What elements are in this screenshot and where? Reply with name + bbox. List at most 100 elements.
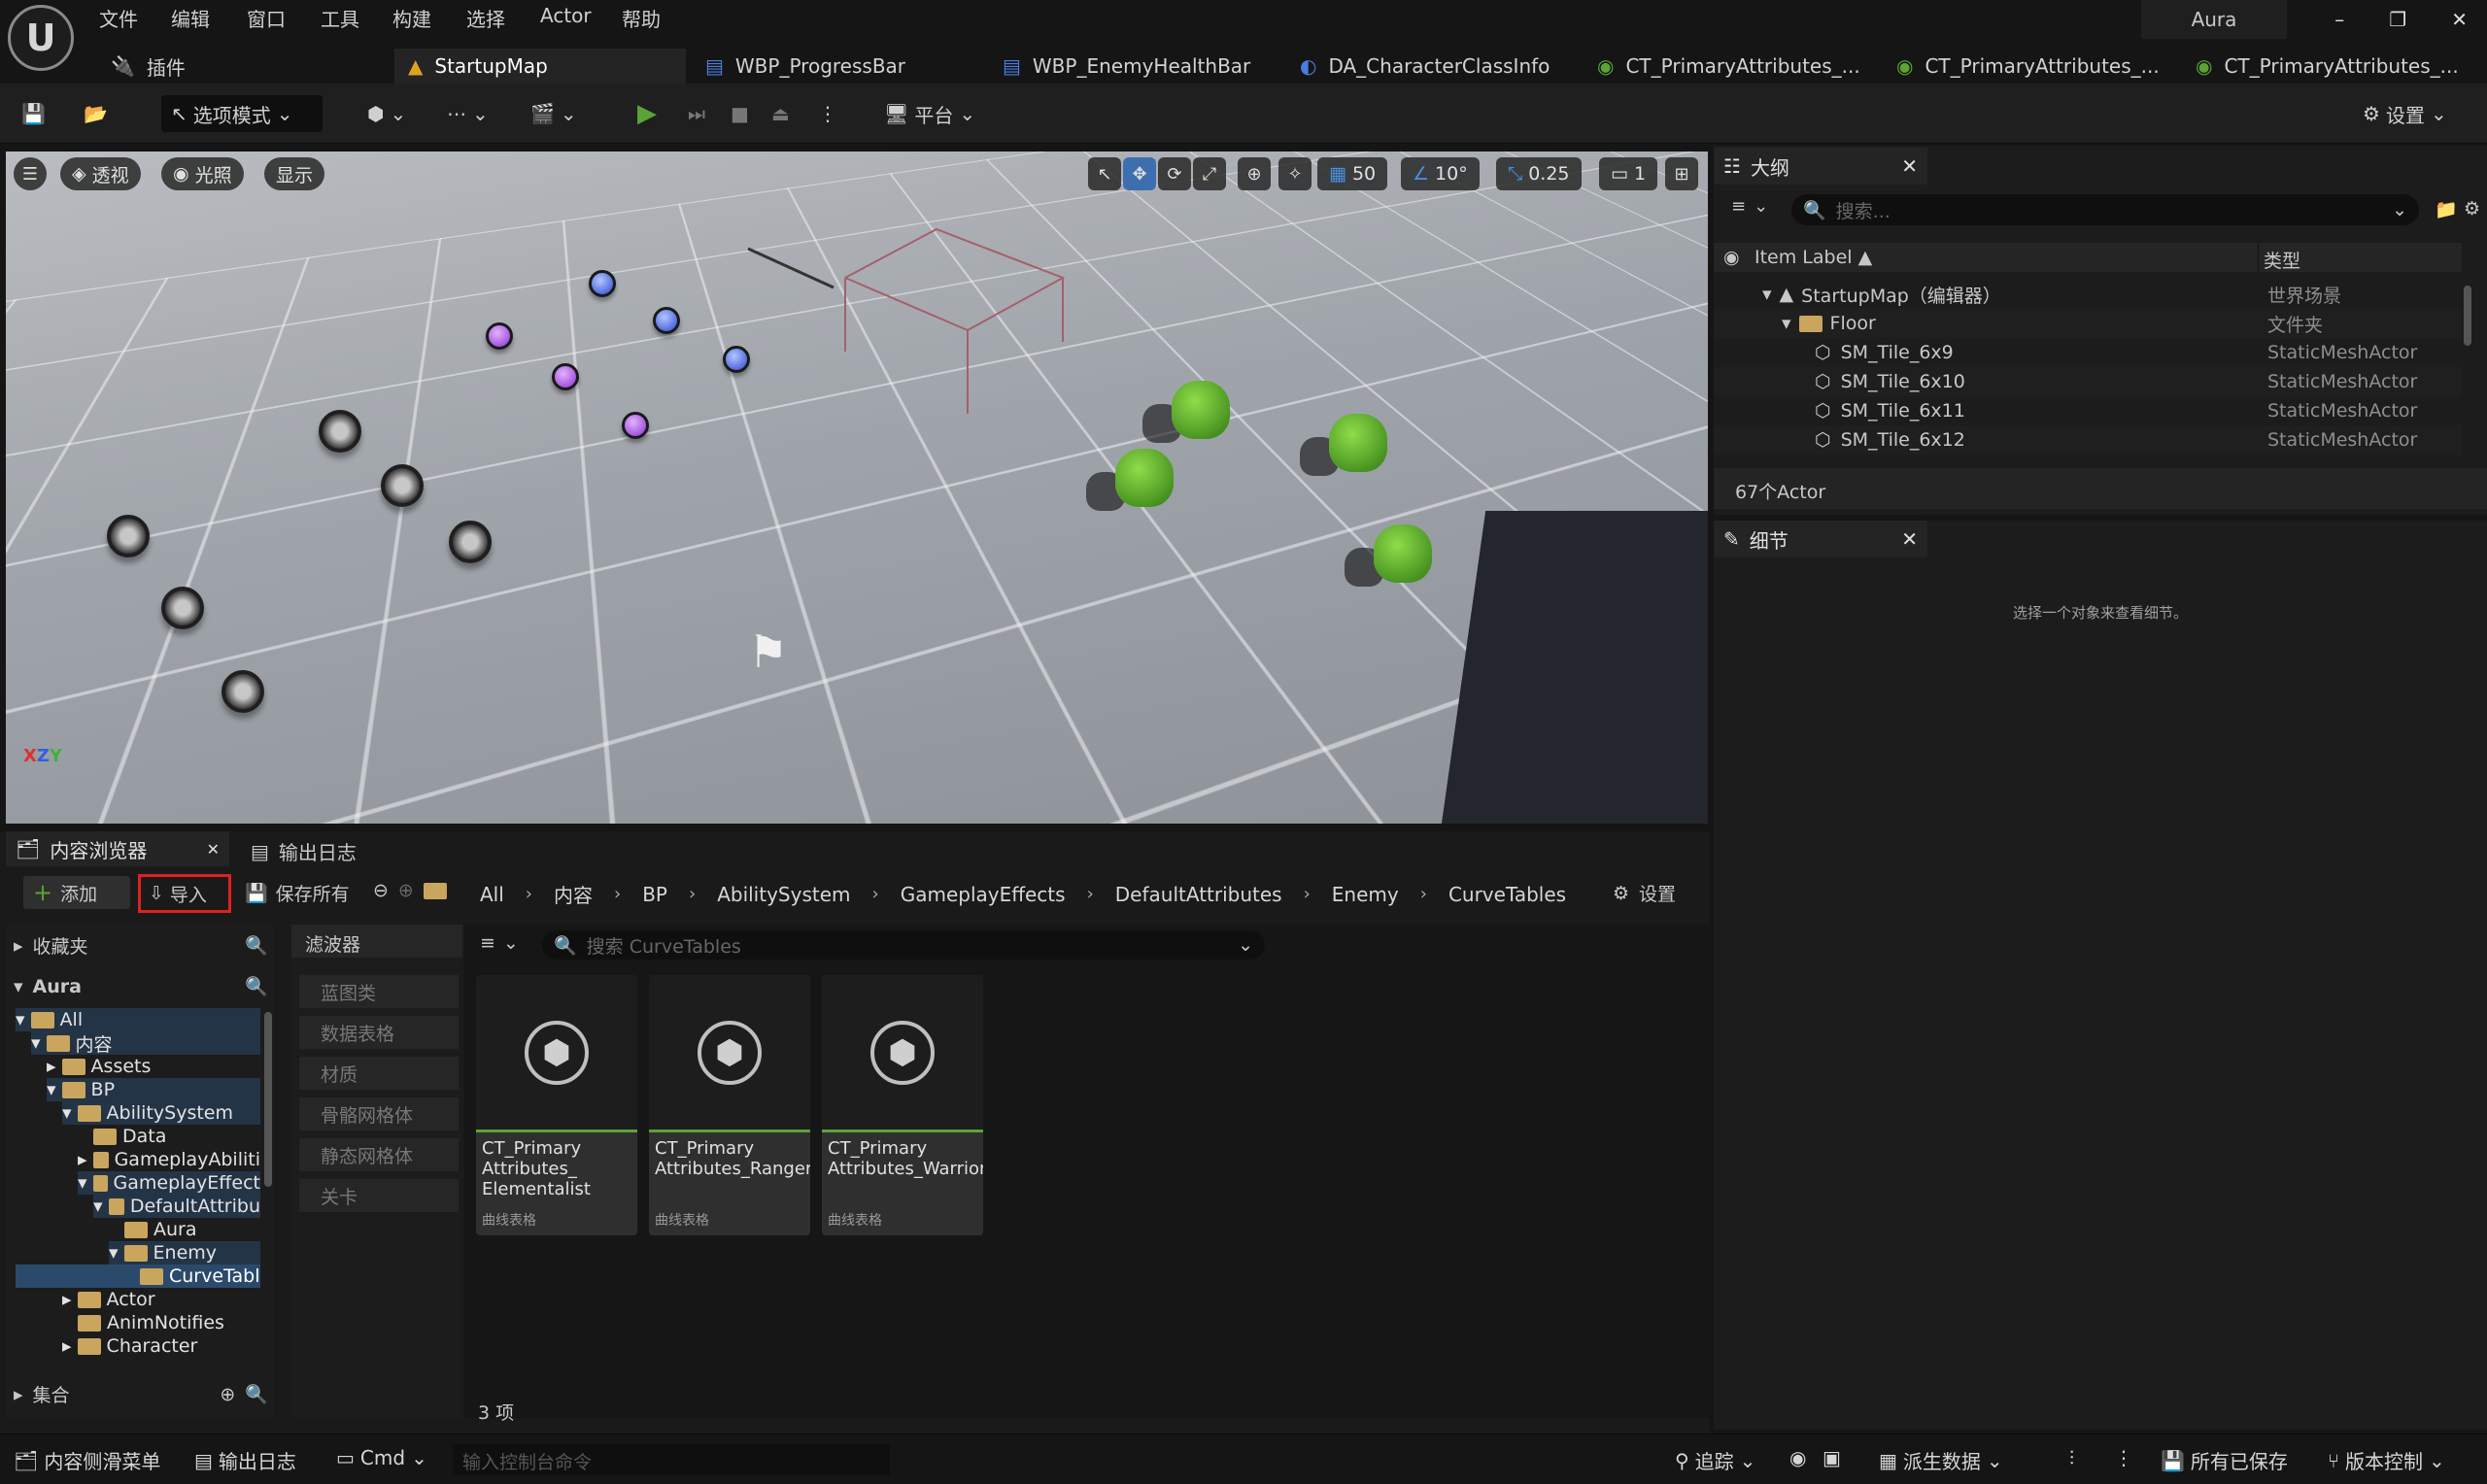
tab-startupmap[interactable]: ▲ StartupMap: [394, 49, 686, 84]
asset-search[interactable]: 🔍 搜索 CurveTables ⌄: [542, 930, 1265, 960]
import-button[interactable]: ⇩ 导入: [138, 874, 231, 913]
rotation-snap-button[interactable]: ∠ 10°: [1401, 157, 1480, 190]
filter-blueprint[interactable]: 蓝图类: [299, 975, 459, 1008]
purple-orb[interactable]: [552, 363, 579, 390]
hamburger-icon[interactable]: ☰: [14, 157, 47, 190]
goblin-enemy[interactable]: [1172, 381, 1230, 439]
folder-icon[interactable]: [423, 882, 447, 899]
rotate-tool-icon[interactable]: ⟳: [1158, 157, 1191, 190]
blue-orb[interactable]: [653, 307, 680, 334]
console-input[interactable]: 输入控制台命令: [453, 1444, 890, 1475]
tree-item[interactable]: Aura: [124, 1218, 197, 1241]
menu-build[interactable]: 构建: [392, 4, 431, 32]
derived-data-button[interactable]: ▦ 派生数据 ⌄: [1879, 1446, 2003, 1474]
purple-orb[interactable]: [486, 322, 513, 350]
tab-da-characterclassinfo[interactable]: ◐ DA_CharacterClassInfo: [1286, 49, 1578, 84]
asset-tile[interactable]: ⬢ CT_Primary Attributes_Ranger 曲线表格: [649, 975, 810, 1235]
world-space-icon[interactable]: ⊕: [1238, 157, 1271, 190]
collections-header[interactable]: ▸ 集合 ⊕ 🔍: [14, 1381, 268, 1407]
content-browser-tab[interactable]: 🗂 内容浏览器 ✕: [6, 831, 229, 866]
scale-snap-button[interactable]: ⤡ 0.25: [1496, 157, 1582, 190]
outliner-row[interactable]: ⬡ SM_Tile_6x11 StaticMeshActor: [1714, 396, 2462, 425]
spawn-point[interactable]: [221, 670, 264, 713]
spawn-point[interactable]: [161, 587, 204, 629]
add-button[interactable]: + 添加: [23, 876, 130, 909]
add-actor-button[interactable]: ⬢ ⌄: [367, 95, 406, 132]
menu-help[interactable]: 帮助: [622, 4, 661, 32]
column-item-label[interactable]: Item Label ▲: [1755, 247, 1872, 268]
scrollbar[interactable]: [2464, 286, 2471, 346]
tree-item[interactable]: ▸ Character: [62, 1334, 197, 1358]
output-log-button[interactable]: ▤ 输出日志: [194, 1446, 296, 1474]
blue-orb[interactable]: [589, 270, 616, 297]
trace-button[interactable]: ⚲ 追踪 ⌄: [1675, 1446, 1755, 1474]
cinematics-button[interactable]: 🎬 ⌄: [530, 95, 577, 132]
cmd-selector[interactable]: ▭ Cmd ⌄: [336, 1446, 427, 1469]
menu-window[interactable]: 窗口: [247, 4, 286, 32]
breadcrumb-item[interactable]: BP: [642, 883, 667, 906]
grid-snap-button[interactable]: ▦ 50: [1317, 157, 1388, 190]
tree-item[interactable]: ▾ All: [16, 1008, 260, 1031]
surface-snap-icon[interactable]: ✧: [1278, 157, 1312, 190]
column-type[interactable]: 类型: [2264, 247, 2300, 273]
favorites-header[interactable]: ▸ 收藏夹 🔍: [14, 932, 268, 959]
menu-actor[interactable]: Actor: [540, 4, 592, 27]
tab-ct-primaryattributes-2[interactable]: ◉ CT_PrimaryAttributes_...: [1883, 49, 2174, 84]
filter-datatable[interactable]: 数据表格: [299, 1016, 459, 1049]
tab-ct-primaryattributes-1[interactable]: ◉ CT_PrimaryAttributes_...: [1584, 49, 1875, 84]
goblin-enemy[interactable]: [1374, 524, 1432, 583]
level-viewport[interactable]: ⚑ XZY ☰ ◈ 透视 ◉ 光照 显示 ↖ ✥ ⟳ ⤢ ⊕ ✧ ▦ 50 ∠ 10° …: [6, 152, 1708, 824]
tab-ct-primaryattributes-3[interactable]: ◉ CT_PrimaryAttributes_...: [2182, 49, 2473, 84]
cb-settings-button[interactable]: ⚙ 设置: [1613, 880, 1676, 906]
close-window-icon[interactable]: ✕: [2451, 8, 2468, 31]
blueprint-button[interactable]: ⋯ ⌄: [447, 95, 489, 132]
outliner-row[interactable]: ⬡ SM_Tile_6x12 StaticMeshActor: [1714, 425, 2462, 455]
outliner-row[interactable]: ⬡ SM_Tile_6x10 StaticMeshActor: [1714, 367, 2462, 396]
record-icon[interactable]: ◉: [1789, 1446, 1806, 1469]
breadcrumb-item[interactable]: Enemy: [1332, 883, 1399, 906]
spawn-point[interactable]: [319, 410, 361, 453]
screenshot-icon[interactable]: ▣: [1823, 1446, 1841, 1469]
unreal-logo-icon[interactable]: U: [8, 5, 74, 71]
breadcrumb-item[interactable]: DefaultAttributes: [1115, 883, 1282, 906]
camera-speed-button[interactable]: ▭ 1: [1599, 157, 1658, 190]
tree-item[interactable]: ▾ BP: [47, 1078, 260, 1101]
player-start-icon[interactable]: ⚑: [748, 625, 788, 678]
spawn-point[interactable]: [449, 521, 492, 563]
outliner-tab[interactable]: ☷ 大纲 ✕: [1714, 148, 1927, 185]
minimize-icon[interactable]: –: [2334, 8, 2344, 31]
settings-button[interactable]: ⚙ 设置 ⌄: [2363, 95, 2447, 132]
add-folder-icon[interactable]: 📁: [2435, 198, 2458, 220]
kebab-icon[interactable]: ⋮: [2114, 1446, 2133, 1469]
forward-icon[interactable]: ⊕: [398, 880, 414, 901]
source-control-button[interactable]: ⑂ 版本控制 ⌄: [2328, 1446, 2445, 1474]
outliner-row[interactable]: ▾ ▲ StartupMap（编辑器） 世界场景: [1714, 280, 2462, 309]
play-button[interactable]: ▶: [637, 95, 657, 132]
project-header[interactable]: ▾ Aura 🔍: [14, 975, 268, 998]
asset-tile[interactable]: ⬢ CT_Primary Attributes_ Elementalist 曲线表格: [476, 975, 637, 1235]
breadcrumb-item[interactable]: All: [480, 883, 504, 906]
outliner-row[interactable]: ⬡ SM_Tile_6x9 StaticMeshActor: [1714, 338, 2462, 367]
tree-item[interactable]: ▾ AbilitySystem: [62, 1101, 260, 1125]
menu-edit[interactable]: 编辑: [171, 4, 210, 32]
tree-item[interactable]: Data: [93, 1125, 166, 1148]
menu-file[interactable]: 文件: [99, 4, 138, 32]
eye-icon[interactable]: ◉: [1723, 247, 1740, 268]
breadcrumb-item[interactable]: 内容: [554, 880, 593, 908]
spawn-point[interactable]: [381, 464, 424, 507]
menu-tools[interactable]: 工具: [321, 4, 359, 32]
play-options-button[interactable]: ⋮: [818, 95, 837, 132]
restore-icon[interactable]: ❐: [2389, 8, 2406, 31]
tab-wbp-progressbar[interactable]: ▤ WBP_ProgressBar: [692, 49, 983, 84]
outliner-search[interactable]: 🔍 搜索... ⌄: [1791, 194, 2419, 225]
output-log-tab[interactable]: ▤ 输出日志: [251, 837, 357, 865]
goblin-enemy[interactable]: [1329, 414, 1387, 472]
stop-button[interactable]: ■: [731, 95, 749, 132]
search-icon[interactable]: 🔍: [245, 1383, 268, 1405]
blue-orb[interactable]: [723, 346, 750, 373]
move-tool-icon[interactable]: ✥: [1123, 157, 1156, 190]
filter-level[interactable]: 关卡: [299, 1179, 459, 1212]
show-button[interactable]: 显示: [264, 157, 325, 190]
filter-skeletal-mesh[interactable]: 骨骼网格体: [299, 1097, 459, 1130]
stats-icon[interactable]: ⫶: [2069, 1446, 2074, 1469]
